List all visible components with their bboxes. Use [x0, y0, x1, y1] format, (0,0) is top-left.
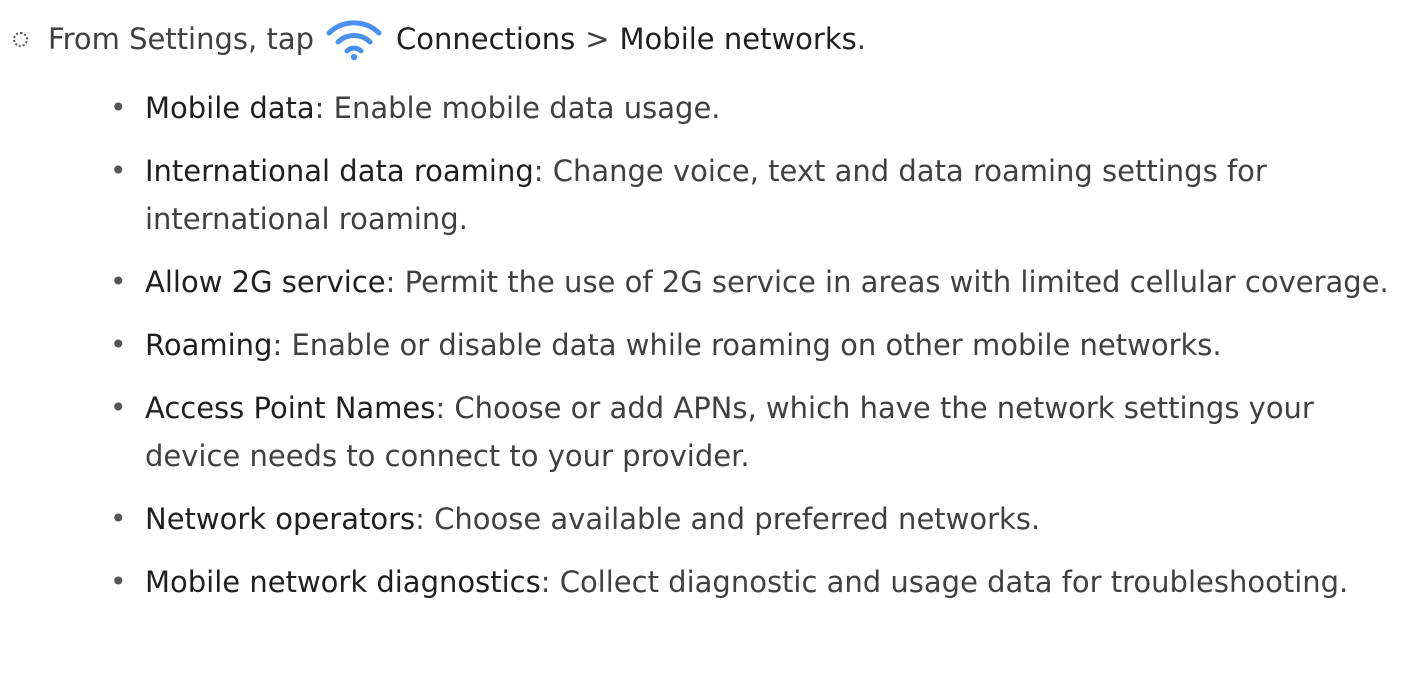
- list-item: • International data roaming: Change voi…: [108, 147, 1418, 243]
- mobile-networks-menu-label: Mobile networks: [619, 22, 857, 56]
- option-description: : Permit the use of 2G service in areas …: [385, 265, 1389, 299]
- bullet-icon: •: [110, 502, 127, 535]
- bullet-icon: •: [110, 328, 127, 361]
- bullet-icon: •: [110, 91, 127, 124]
- bullet-icon: •: [110, 391, 127, 424]
- connections-menu-label: Connections: [396, 22, 576, 56]
- option-description: : Collect diagnostic and usage data for …: [540, 565, 1349, 599]
- step-prefix: From Settings, tap: [48, 22, 314, 56]
- option-term: Mobile data: [145, 91, 315, 125]
- list-item: • Access Point Names: Choose or add APNs…: [108, 384, 1418, 480]
- bullet-icon: •: [110, 265, 127, 298]
- step-line: From Settings, tap Connections > Mobile …: [0, 14, 866, 64]
- wifi-icon: [324, 17, 384, 61]
- option-description: : Choose available and preferred network…: [415, 502, 1041, 536]
- option-term: Access Point Names: [145, 391, 436, 425]
- list-item: • Mobile network diagnostics: Collect di…: [108, 558, 1418, 606]
- list-item: • Network operators: Choose available an…: [108, 495, 1418, 543]
- list-item: • Mobile data: Enable mobile data usage.: [108, 84, 1418, 132]
- list-item: • Allow 2G service: Permit the use of 2G…: [108, 258, 1418, 306]
- bullet-icon: •: [110, 154, 127, 187]
- option-term: Allow 2G service: [145, 265, 386, 299]
- option-term: Mobile network diagnostics: [145, 565, 541, 599]
- path-separator: >: [585, 22, 610, 56]
- option-term: International data roaming: [145, 154, 534, 188]
- list-item: • Roaming: Enable or disable data while …: [108, 321, 1418, 369]
- option-list: • Mobile data: Enable mobile data usage.…: [108, 84, 1418, 621]
- option-term: Network operators: [145, 502, 416, 536]
- option-description: : Enable mobile data usage.: [314, 91, 721, 125]
- step-marker-icon: [13, 31, 28, 47]
- option-term: Roaming: [145, 328, 273, 362]
- bullet-icon: •: [110, 565, 127, 598]
- option-description: : Enable or disable data while roaming o…: [272, 328, 1222, 362]
- step-suffix: .: [856, 22, 866, 56]
